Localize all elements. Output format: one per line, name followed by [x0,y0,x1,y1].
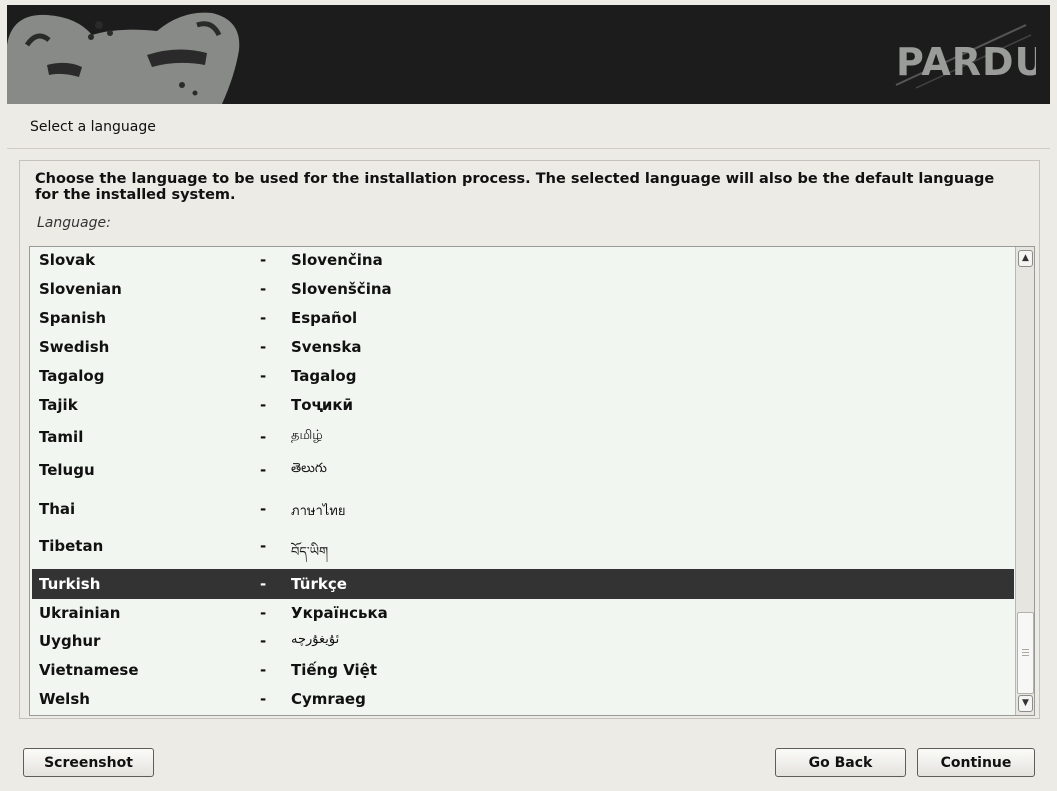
list-item[interactable]: Ukrainian - Українська [32,604,1014,626]
list-item[interactable]: Tajik - Тоҷикӣ [32,396,1014,418]
language-english-name: Welsh [39,690,90,708]
grip-line [1022,649,1029,650]
separator-dash: - [260,537,267,555]
separator-dash: - [260,500,267,518]
description-text: Choose the language to be used for the i… [35,171,995,203]
vertical-scrollbar[interactable]: ▲ ▼ [1015,247,1034,715]
language-native-name: Slovenščina [291,280,392,298]
language-native-name: ภาษาไทย [291,504,346,519]
go-back-button[interactable]: Go Back [775,748,906,777]
language-native-name: Slovenčina [291,251,383,269]
list-item[interactable]: Swedish - Svenska [32,338,1014,360]
separator-dash: - [260,309,267,327]
separator-dash: - [260,604,267,622]
language-native-name: Українська [291,604,388,622]
separator-dash: - [260,575,267,593]
language-english-name: Swedish [39,338,110,356]
language-list-label: Language: [37,215,111,231]
language-native-name: Тоҷикӣ [291,396,354,414]
language-native-name: Cymraeg [291,690,366,708]
language-native-name: ئۇيغۇرچە [291,632,340,647]
language-english-name: Tajik [39,396,78,414]
list-item[interactable]: Spanish - Español [32,309,1014,331]
language-native-name: Español [291,309,358,327]
language-english-name: Thai [39,500,76,518]
language-english-name: Spanish [39,309,107,327]
language-native-name: Svenska [291,338,362,356]
continue-button[interactable]: Continue [917,748,1035,777]
language-list[interactable]: Slovak - Slovenčina Slovenian - Slovenšč… [29,246,1035,716]
page-title: Select a language [30,119,156,135]
language-english-name: Uyghur [39,632,101,650]
title-divider [7,148,1050,149]
language-english-name: Ukrainian [39,604,121,622]
separator-dash: - [260,367,267,385]
scroll-down-arrow-icon[interactable]: ▼ [1018,695,1033,712]
scrollbar-thumb[interactable] [1017,612,1034,694]
separator-dash: - [260,661,267,679]
language-english-name: Turkish [39,575,101,593]
separator-dash: - [260,251,267,269]
brand-logo-text: PARDUS [896,40,1036,84]
cheetah-mascot-image [7,12,240,104]
language-english-name: Vietnamese [39,661,139,679]
separator-dash: - [260,461,267,479]
separator-dash: - [260,280,267,298]
language-native-name: தமிழ் [291,428,323,443]
list-item[interactable]: Tibetan - བོད་ཡིག [32,537,1014,561]
separator-dash: - [260,632,267,650]
list-item[interactable]: Slovak - Slovenčina [32,251,1014,273]
language-english-name: Tagalog [39,367,105,385]
list-item[interactable]: Telugu - తెలుగు [32,461,1014,485]
separator-dash: - [260,690,267,708]
language-english-name: Slovenian [39,280,122,298]
scroll-up-arrow-icon[interactable]: ▲ [1018,250,1033,267]
language-english-name: Tibetan [39,537,104,555]
list-item[interactable]: Tagalog - Tagalog [32,367,1014,389]
language-native-name: Tagalog [291,367,357,385]
separator-dash: - [260,338,267,356]
list-item[interactable]: Slovenian - Slovenščina [32,280,1014,302]
screenshot-button[interactable]: Screenshot [23,748,154,777]
language-native-name: Türkçe [291,575,347,593]
separator-dash: - [260,396,267,414]
language-english-name: Slovak [39,251,96,269]
grip-line [1022,655,1029,656]
language-native-name: తెలుగు [291,461,327,476]
grip-line [1022,652,1029,653]
header-banner: PARDUS [7,5,1050,104]
list-item[interactable]: Tamil - தமிழ் [32,428,1014,452]
list-item[interactable]: Thai - ภาษาไทย [32,500,1014,524]
language-english-name: Telugu [39,461,95,479]
list-item[interactable]: Vietnamese - Tiếng Việt [32,661,1014,683]
list-item-selected[interactable]: Turkish - Türkçe [32,569,1014,599]
pardus-logo: PARDUS [886,23,1050,97]
list-item[interactable]: Welsh - Cymraeg [32,690,1014,712]
language-native-name: Tiếng Việt [291,661,378,679]
separator-dash: - [260,428,267,446]
list-item[interactable]: Uyghur - ئۇيغۇرچە [32,632,1014,654]
language-english-name: Tamil [39,428,84,446]
